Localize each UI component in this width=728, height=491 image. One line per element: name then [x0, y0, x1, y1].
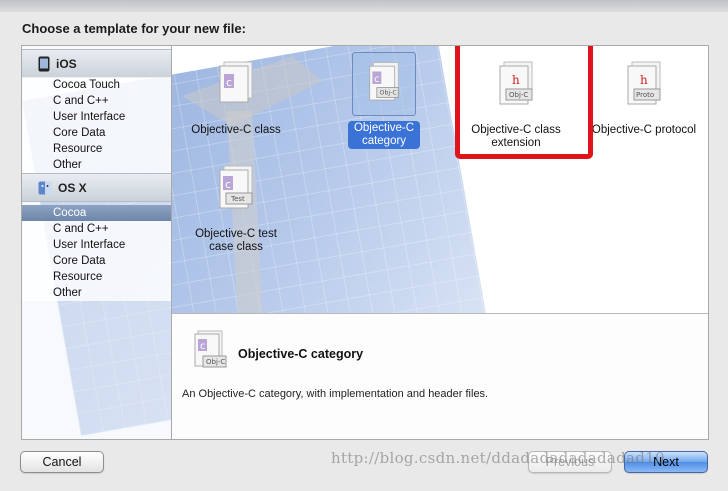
svg-text:c: c — [200, 341, 206, 352]
ios-device-icon — [38, 56, 50, 71]
watermark: http://blog.csdn.net/ddadadadadadadad10 — [331, 449, 665, 467]
ios-group-header[interactable]: iOS — [22, 49, 171, 78]
sidebar-item-osx-user-interface[interactable]: User Interface — [22, 237, 171, 253]
sidebar-item-ios-user-interface[interactable]: User Interface — [22, 109, 171, 125]
svg-text:h: h — [640, 73, 648, 87]
file-badge: Proto — [636, 91, 654, 99]
template-icon-selection: c Obj-C — [352, 52, 416, 116]
sidebar-item-ios-cocoa-touch[interactable]: Cocoa Touch — [22, 77, 171, 93]
sidebar-item-osx-c-and-cpp[interactable]: C and C++ — [22, 221, 171, 237]
header-file-icon: h Proto — [627, 61, 661, 105]
template-chooser: iOS Cocoa Touch C and C++ User Interface… — [21, 45, 709, 440]
osx-items: Cocoa C and C++ User Interface Core Data… — [22, 205, 171, 301]
osx-group-header[interactable]: OS X — [22, 173, 171, 202]
svg-text:c: c — [226, 76, 232, 89]
template-grid: c Objective-C class c Obj-C Objective-C … — [172, 46, 708, 313]
window-top-strip — [0, 0, 728, 12]
detail-description: An Objective-C category, with implementa… — [182, 388, 489, 400]
file-badge: Obj-C — [206, 358, 225, 366]
template-objc-protocol[interactable]: h Proto Objective-C protocol — [582, 58, 706, 138]
template-label: Objective-C class — [191, 124, 281, 136]
file-badge: Obj-C — [380, 90, 398, 97]
template-label: Objective-C protocol — [591, 124, 697, 136]
objc-file-icon: c Obj-C — [194, 330, 227, 368]
cancel-button[interactable]: Cancel — [20, 451, 104, 473]
template-category-sidebar: iOS Cocoa Touch C and C++ User Interface… — [22, 46, 172, 439]
sidebar-item-ios-core-data[interactable]: Core Data — [22, 125, 171, 141]
osx-group-label: OS X — [58, 180, 87, 195]
objc-file-icon: c Obj-C — [369, 62, 399, 101]
osx-finder-icon — [38, 181, 52, 194]
svg-text:c: c — [374, 74, 379, 85]
template-objc-category[interactable]: c Obj-C Objective-C category — [324, 52, 444, 149]
template-label: Objective-C test — [195, 228, 277, 240]
objc-file-icon: c — [219, 61, 253, 103]
template-label-line-2: case class — [209, 241, 263, 253]
red-highlight-annotation — [455, 46, 593, 159]
sidebar-item-ios-c-and-cpp[interactable]: C and C++ — [22, 93, 171, 109]
template-label: Objective-C — [353, 122, 415, 134]
sidebar-item-osx-resource[interactable]: Resource — [22, 269, 171, 285]
sidebar-item-ios-resource[interactable]: Resource — [22, 141, 171, 157]
template-detail-panel: c Obj-C Objective-C category An Objectiv… — [172, 313, 708, 439]
objc-file-icon: c Test — [219, 165, 253, 209]
template-label-line-2: category — [361, 135, 407, 147]
detail-title: Objective-C category — [238, 347, 364, 361]
sidebar-item-osx-cocoa[interactable]: Cocoa — [22, 205, 171, 221]
sidebar-item-ios-other[interactable]: Other — [22, 157, 171, 173]
svg-text:c: c — [225, 178, 231, 191]
file-badge: Test — [230, 195, 245, 203]
sidebar-item-osx-core-data[interactable]: Core Data — [22, 253, 171, 269]
ios-group-label: iOS — [56, 56, 77, 71]
sidebar-item-osx-other[interactable]: Other — [22, 285, 171, 301]
template-objc-test-case-class[interactable]: c Test Objective-C test case class — [176, 162, 296, 255]
ios-items: Cocoa Touch C and C++ User Interface Cor… — [22, 77, 171, 173]
template-objc-class[interactable]: c Objective-C class — [176, 58, 296, 138]
sheet-title: Choose a template for your new file: — [22, 21, 246, 36]
